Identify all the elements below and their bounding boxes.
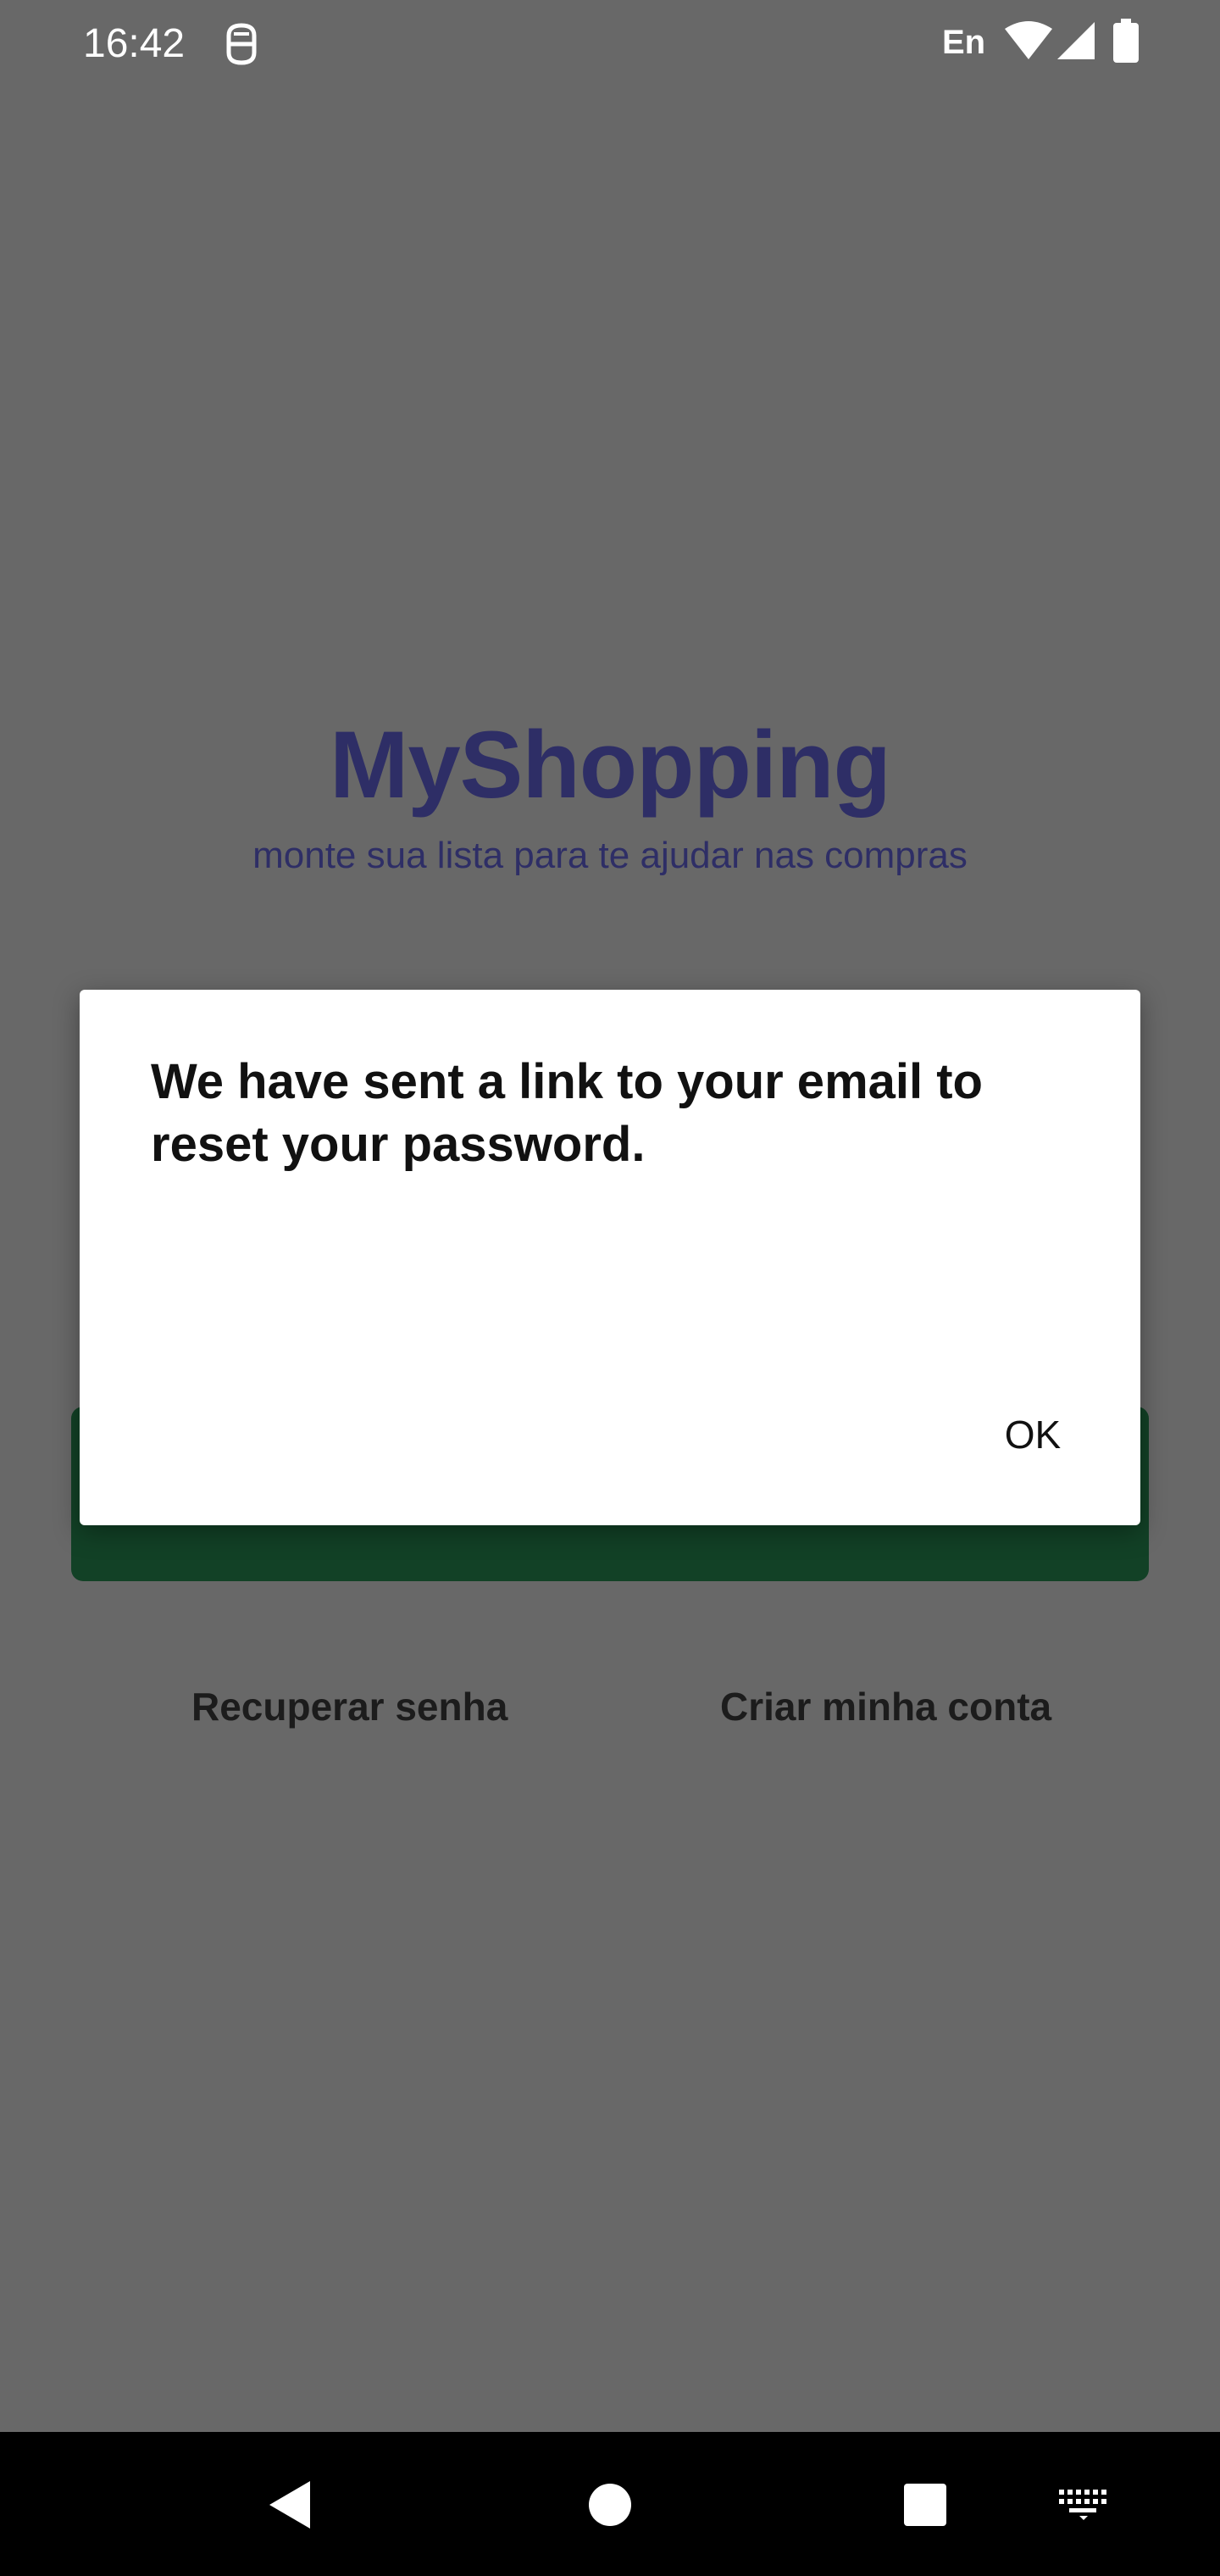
recover-password-link[interactable]: Recuperar senha	[191, 1681, 507, 1732]
ok-button[interactable]: OK	[961, 1388, 1105, 1481]
battery-icon	[1113, 19, 1139, 63]
alert-dialog: We have sent a link to your email to res…	[80, 990, 1140, 1525]
signal-icon	[1057, 22, 1095, 59]
back-icon[interactable]	[266, 2478, 313, 2532]
create-account-link[interactable]: Criar minha conta	[720, 1681, 1051, 1732]
recents-icon[interactable]	[903, 2483, 947, 2527]
app-title: MyShopping	[330, 712, 891, 818]
app-subtitle: monte sua lista para te ajudar nas compr…	[252, 835, 968, 876]
keyboard-icon[interactable]	[1059, 2490, 1108, 2520]
wifi-icon	[1005, 21, 1052, 59]
status-language: En	[942, 24, 986, 61]
dialog-message: We have sent a link to your email to res…	[151, 1054, 983, 1172]
status-time: 16:42	[83, 21, 186, 66]
notification-app-icon	[226, 23, 257, 65]
home-icon[interactable]	[588, 2483, 632, 2527]
